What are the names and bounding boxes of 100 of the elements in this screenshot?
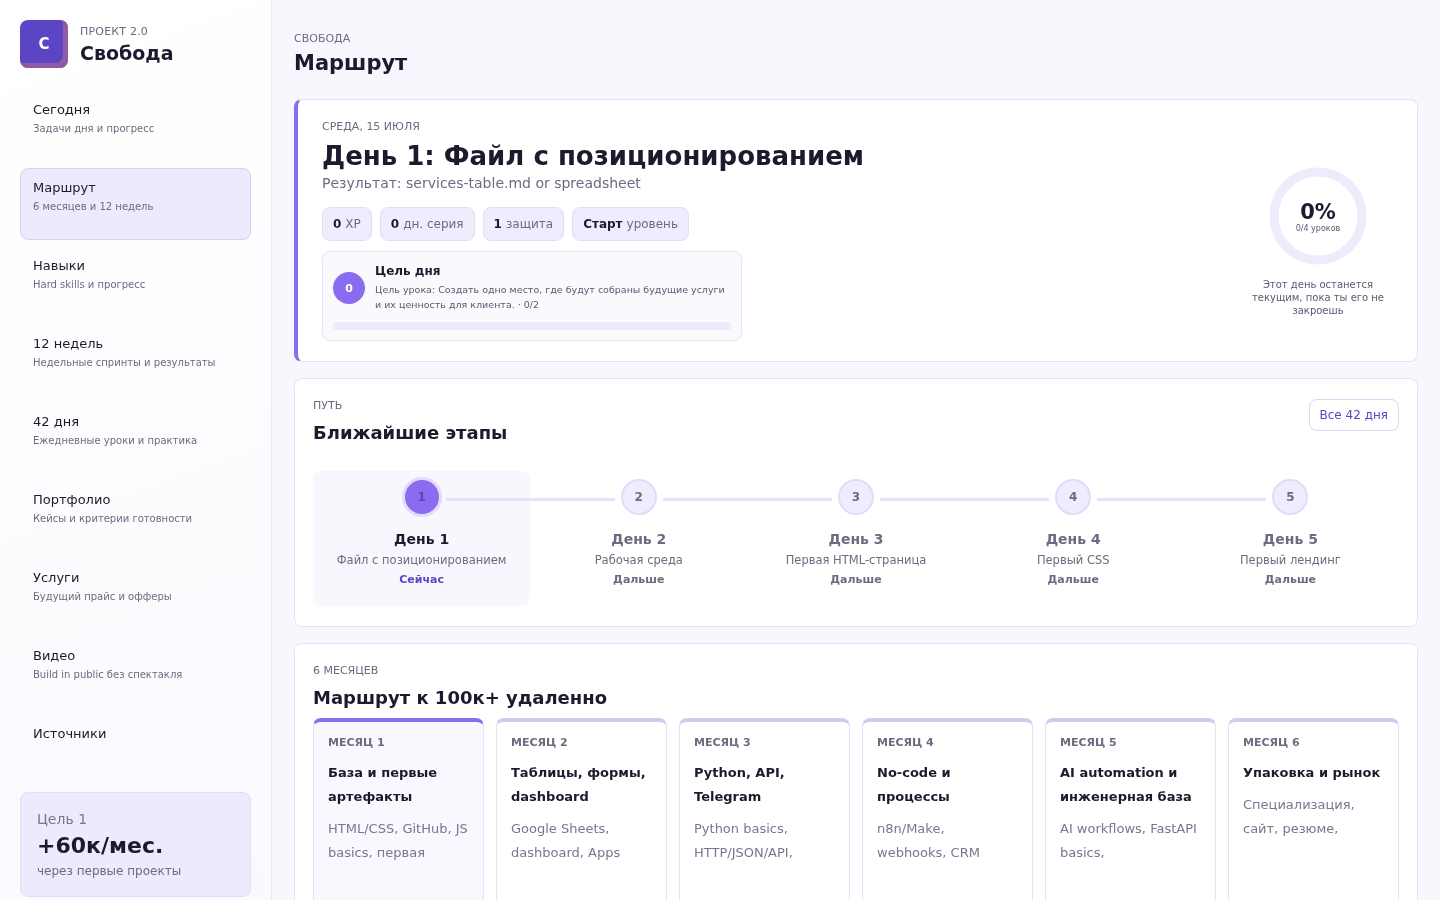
nav-label: Портфолио bbox=[33, 492, 112, 507]
nav-label: Источники bbox=[33, 726, 108, 741]
section-overline: ПУТЬ bbox=[313, 399, 344, 412]
month-label: МЕСЯЦ 1 bbox=[328, 736, 386, 749]
step-description: Рабочая среда bbox=[594, 553, 683, 567]
step-item[interactable]: 5 День 5 Первый лендинг Дальше bbox=[1181, 471, 1399, 606]
nav-label: Маршрут bbox=[33, 180, 97, 195]
month-label: МЕСЯЦ 2 bbox=[511, 736, 569, 749]
all-days-button[interactable]: Все 42 дня bbox=[1308, 399, 1399, 431]
step-title: День 2 bbox=[611, 531, 667, 547]
step-status: Дальше bbox=[613, 573, 665, 586]
progress-caption: 0/4 уроков bbox=[1295, 223, 1341, 233]
month-card[interactable]: МЕСЯЦ 3 Python, API, Telegram Python basics, HTTP/JSON/API, bbox=[679, 718, 850, 900]
month-title: AI automation и инженерная база bbox=[1060, 764, 1193, 806]
step-number: 3 bbox=[838, 479, 874, 515]
month-description: HTML/CSS, GitHub, JS basics, первая bbox=[328, 820, 469, 862]
stat-chip: 0 XP bbox=[322, 207, 372, 241]
stat-chip: Старт уровень bbox=[572, 207, 689, 241]
nav-item[interactable]: 42 дня Ежедневные уроки и практика bbox=[20, 402, 251, 474]
month-description: Специализация, сайт, резюме, bbox=[1243, 796, 1356, 838]
nav-label: Навыки bbox=[33, 258, 86, 273]
step-item[interactable]: 2 День 2 Рабочая среда Дальше bbox=[530, 471, 748, 606]
nav-description: Кейсы и критерии готовности bbox=[33, 513, 194, 524]
page-title: Маршрут bbox=[294, 51, 409, 75]
step-item[interactable]: 3 День 3 Первая HTML-страница Дальше bbox=[747, 471, 965, 606]
step-description: Первый лендинг bbox=[1239, 553, 1341, 567]
step-item[interactable]: 4 День 4 Первый CSS Дальше bbox=[964, 471, 1182, 606]
step-description: Первая HTML-страница bbox=[785, 553, 927, 567]
nav-item[interactable]: Сегодня Задачи дня и прогресс bbox=[20, 90, 251, 162]
nav-label: 42 дня bbox=[33, 414, 80, 429]
daily-goal-title: Цель дня bbox=[375, 264, 442, 278]
month-description: Google Sheets, dashboard, Apps bbox=[511, 820, 622, 862]
lesson-result: Результат: services-table.md or spreadsheet bbox=[322, 175, 642, 191]
date-label: СРЕДА, 15 ИЮЛЯ bbox=[322, 120, 421, 133]
goal-count-badge: 0 bbox=[333, 272, 365, 304]
month-title: База и первые артефакты bbox=[328, 764, 439, 806]
project-title: Свобода bbox=[80, 41, 174, 64]
nav-label: Сегодня bbox=[33, 102, 92, 117]
nav-description: 6 месяцев и 12 недель bbox=[33, 201, 155, 212]
nav-description: Будущий прайс и офферы bbox=[33, 591, 173, 602]
month-label: МЕСЯЦ 4 bbox=[877, 736, 935, 749]
section-title: Ближайшие этапы bbox=[313, 422, 508, 443]
month-label: МЕСЯЦ 3 bbox=[694, 736, 752, 749]
step-title: День 1 bbox=[394, 531, 450, 547]
stat-chip: 0 дн. серия bbox=[379, 207, 475, 241]
nav-description: Задачи дня и прогресс bbox=[33, 123, 156, 134]
month-description: Python basics, HTTP/JSON/API, bbox=[694, 820, 794, 862]
nav-item[interactable]: Маршрут 6 месяцев и 12 недель bbox=[20, 168, 251, 240]
nav-item[interactable]: 12 недель Недельные спринты и результаты bbox=[20, 324, 251, 396]
project-label: ПРОЕКТ 2.0 bbox=[80, 24, 150, 38]
section-overline: 6 МЕСЯЦЕВ bbox=[313, 664, 380, 677]
step-title: День 5 bbox=[1262, 531, 1318, 547]
month-title: Упаковка и рынок bbox=[1243, 764, 1382, 782]
step-status: Дальше bbox=[1047, 573, 1099, 586]
nav-description: Недельные спринты и результаты bbox=[33, 357, 217, 368]
nav-description: Hard skills и прогресс bbox=[33, 279, 147, 290]
month-card[interactable]: МЕСЯЦ 2 Таблицы, формы, dashboard Google Sheets, dashboard, Apps bbox=[496, 718, 667, 900]
step-status: Сейчас bbox=[399, 573, 444, 586]
month-title: No-code и процессы bbox=[877, 764, 952, 806]
nav-label: 12 недель bbox=[33, 336, 105, 351]
nav-description: Ежедневные уроки и практика bbox=[33, 435, 199, 446]
step-number: 5 bbox=[1272, 479, 1309, 515]
step-number: 4 bbox=[1055, 479, 1092, 515]
step-description: Первый CSS bbox=[1036, 553, 1110, 567]
step-number: 1 bbox=[401, 477, 442, 517]
goal-label: Цель 1 bbox=[37, 811, 89, 827]
goal-value: +60к/мес. bbox=[37, 833, 165, 858]
app-logo: C bbox=[20, 20, 68, 68]
progress-percent: 0% bbox=[1300, 199, 1336, 224]
month-label: МЕСЯЦ 6 bbox=[1243, 736, 1301, 749]
step-status: Дальше bbox=[830, 573, 882, 586]
month-card[interactable]: МЕСЯЦ 1 База и первые артефакты HTML/CSS, GitHub, JS basics, первая bbox=[313, 718, 484, 900]
nav-description: Build in public без спектакля bbox=[33, 669, 184, 680]
nav-label: Услуги bbox=[33, 570, 81, 585]
section-title: Маршрут к 100к+ удаленно bbox=[313, 687, 609, 708]
month-description: n8n/Make, webhooks, CRM bbox=[877, 820, 981, 862]
nav-label: Видео bbox=[33, 648, 77, 663]
lesson-title: День 1: Файл с позиционированием bbox=[322, 141, 865, 171]
step-item[interactable]: 1 День 1 Файл с позиционированием Сейчас bbox=[313, 471, 531, 606]
step-title: День 4 bbox=[1045, 531, 1101, 547]
stat-chip: 1 защита bbox=[482, 207, 565, 241]
nav-item[interactable]: Портфолио Кейсы и критерии готовности bbox=[20, 480, 251, 552]
month-card[interactable]: МЕСЯЦ 4 No-code и процессы n8n/Make, webhooks, CRM bbox=[862, 718, 1033, 900]
month-title: Таблицы, формы, dashboard bbox=[511, 764, 647, 806]
nav-item[interactable]: Видео Build in public без спектакля bbox=[20, 636, 251, 708]
step-number: 2 bbox=[620, 479, 657, 515]
daily-goal-text: Цель урока: Создать одно место, где будут собраны будущие услуги и их ценность для клиента. · 0/2 bbox=[375, 283, 726, 312]
nav-item[interactable]: Навыки Hard skills и прогресс bbox=[20, 246, 251, 318]
month-label: МЕСЯЦ 5 bbox=[1060, 736, 1118, 749]
month-description: AI workflows, FastAPI basics, bbox=[1060, 820, 1198, 862]
nav-item[interactable]: Источники bbox=[20, 714, 251, 786]
month-title: Python, API, Telegram bbox=[694, 764, 786, 806]
nav-item[interactable]: Услуги Будущий прайс и офферы bbox=[20, 558, 251, 630]
month-card[interactable]: МЕСЯЦ 5 AI automation и инженерная база AI workflows, FastAPI basics, bbox=[1045, 718, 1216, 900]
page-overline: СВОБОДА bbox=[294, 32, 352, 45]
month-card[interactable]: МЕСЯЦ 6 Упаковка и рынок Специализация, сайт, резюме, bbox=[1228, 718, 1399, 900]
step-title: День 3 bbox=[828, 531, 884, 547]
goal-note: через первые проекты bbox=[37, 864, 183, 878]
step-status: Дальше bbox=[1264, 573, 1317, 586]
progress-note: Этот день останется текущим, пока ты его не закроешь bbox=[1250, 278, 1386, 317]
